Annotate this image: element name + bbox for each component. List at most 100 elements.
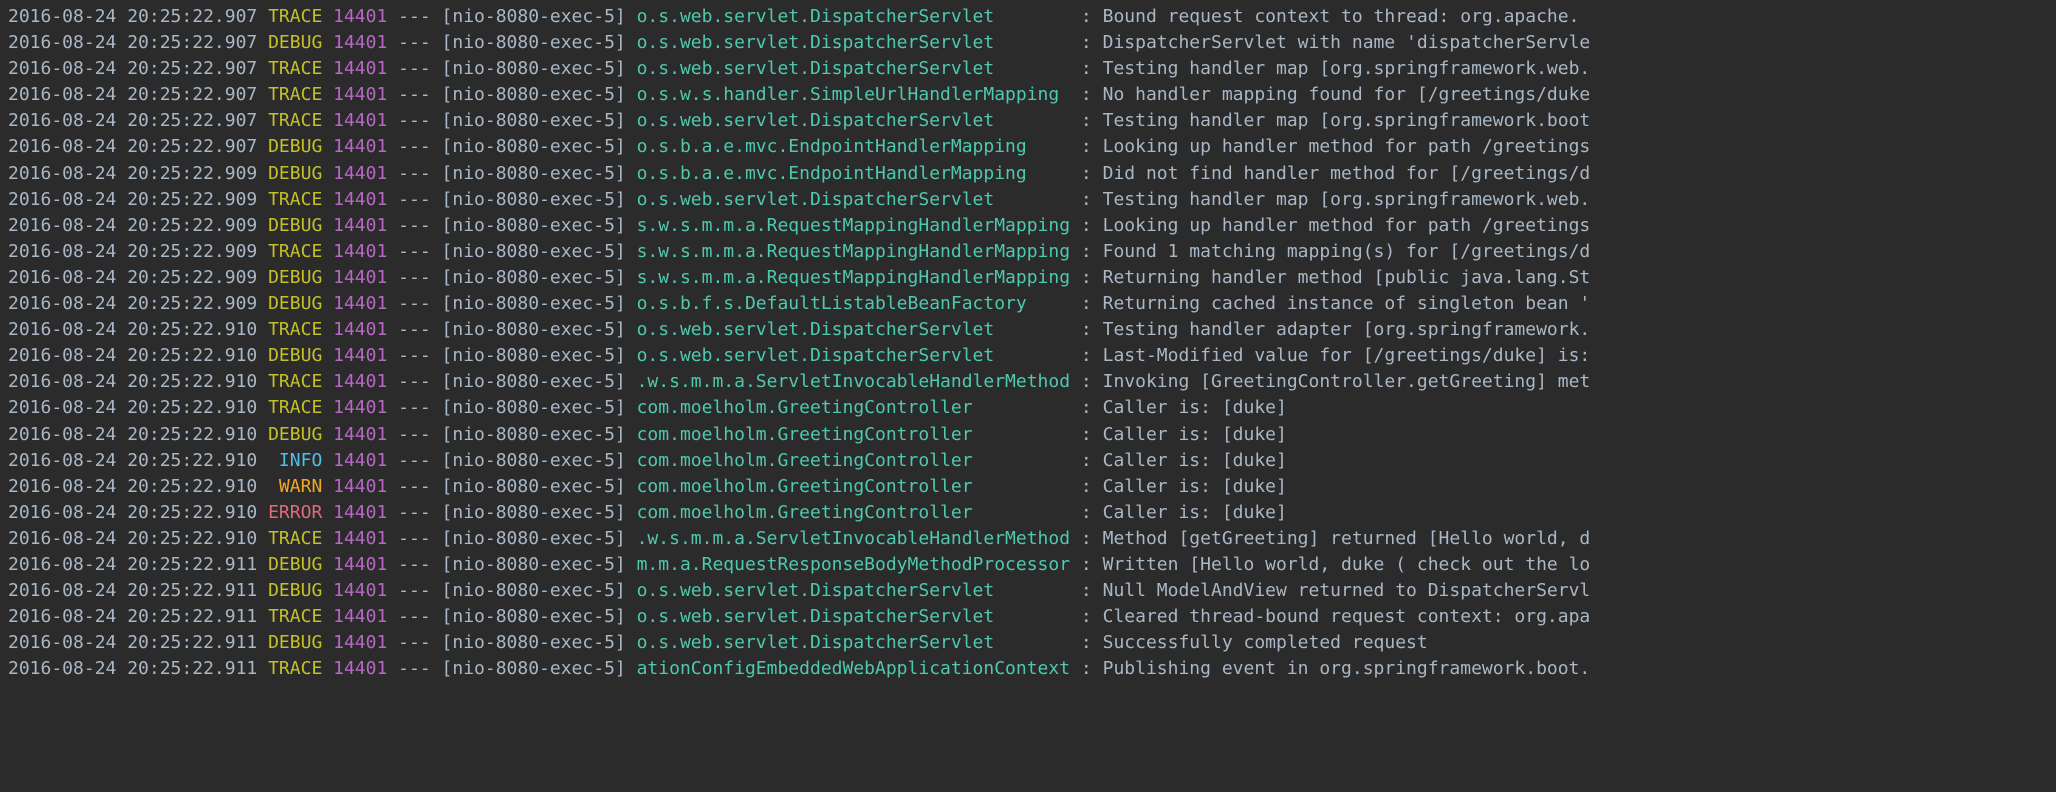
log-line: 2016-08-24 20:25:22.910 INFO 14401 --- [… bbox=[8, 448, 2048, 474]
log-line: 2016-08-24 20:25:22.909 TRACE 14401 --- … bbox=[8, 239, 2048, 265]
log-timestamp: 2016-08-24 20:25:22.910 bbox=[8, 502, 257, 523]
log-thread: [nio-8080-exec-5] bbox=[442, 293, 626, 314]
log-line: 2016-08-24 20:25:22.910 TRACE 14401 --- … bbox=[8, 317, 2048, 343]
log-logger: o.s.w.s.handler.SimpleUrlHandlerMapping bbox=[637, 84, 1070, 105]
log-line: 2016-08-24 20:25:22.910 WARN 14401 --- [… bbox=[8, 474, 2048, 500]
log-logger: o.s.web.servlet.DispatcherServlet bbox=[637, 345, 1070, 366]
log-logger: .w.s.m.m.a.ServletInvocableHandlerMethod bbox=[637, 528, 1070, 549]
log-line: 2016-08-24 20:25:22.911 TRACE 14401 --- … bbox=[8, 604, 2048, 630]
log-line: 2016-08-24 20:25:22.909 DEBUG 14401 --- … bbox=[8, 213, 2048, 239]
log-line: 2016-08-24 20:25:22.907 TRACE 14401 --- … bbox=[8, 108, 2048, 134]
log-pid: 14401 bbox=[333, 397, 387, 418]
log-line: 2016-08-24 20:25:22.910 DEBUG 14401 --- … bbox=[8, 343, 2048, 369]
log-separator: --- bbox=[398, 528, 431, 549]
log-timestamp: 2016-08-24 20:25:22.909 bbox=[8, 293, 257, 314]
log-thread: [nio-8080-exec-5] bbox=[442, 215, 626, 236]
log-pid: 14401 bbox=[333, 58, 387, 79]
log-colon: : bbox=[1081, 632, 1092, 653]
log-logger: o.s.web.servlet.DispatcherServlet bbox=[637, 6, 1070, 27]
log-separator: --- bbox=[398, 476, 431, 497]
log-pid: 14401 bbox=[333, 632, 387, 653]
log-level: ERROR bbox=[268, 502, 322, 523]
log-message: Testing handler adapter [org.springframe… bbox=[1103, 319, 1591, 340]
log-timestamp: 2016-08-24 20:25:22.909 bbox=[8, 189, 257, 210]
log-colon: : bbox=[1081, 450, 1092, 471]
log-pid: 14401 bbox=[333, 450, 387, 471]
log-logger: o.s.web.servlet.DispatcherServlet bbox=[637, 58, 1070, 79]
log-separator: --- bbox=[398, 658, 431, 679]
log-logger: m.m.a.RequestResponseBodyMethodProcessor bbox=[637, 554, 1070, 575]
log-colon: : bbox=[1081, 163, 1092, 184]
log-colon: : bbox=[1081, 476, 1092, 497]
log-level: TRACE bbox=[268, 189, 322, 210]
log-separator: --- bbox=[398, 345, 431, 366]
log-thread: [nio-8080-exec-5] bbox=[442, 424, 626, 445]
log-thread: [nio-8080-exec-5] bbox=[442, 32, 626, 53]
log-timestamp: 2016-08-24 20:25:22.911 bbox=[8, 632, 257, 653]
log-separator: --- bbox=[398, 32, 431, 53]
log-colon: : bbox=[1081, 658, 1092, 679]
log-pid: 14401 bbox=[333, 554, 387, 575]
log-thread: [nio-8080-exec-5] bbox=[442, 241, 626, 262]
log-level: DEBUG bbox=[268, 580, 322, 601]
log-thread: [nio-8080-exec-5] bbox=[442, 345, 626, 366]
log-colon: : bbox=[1081, 345, 1092, 366]
log-colon: : bbox=[1081, 554, 1092, 575]
log-thread: [nio-8080-exec-5] bbox=[442, 58, 626, 79]
log-timestamp: 2016-08-24 20:25:22.907 bbox=[8, 6, 257, 27]
log-timestamp: 2016-08-24 20:25:22.907 bbox=[8, 136, 257, 157]
log-separator: --- bbox=[398, 502, 431, 523]
log-line: 2016-08-24 20:25:22.907 TRACE 14401 --- … bbox=[8, 56, 2048, 82]
log-timestamp: 2016-08-24 20:25:22.907 bbox=[8, 32, 257, 53]
log-thread: [nio-8080-exec-5] bbox=[442, 189, 626, 210]
log-separator: --- bbox=[398, 189, 431, 210]
log-line: 2016-08-24 20:25:22.910 TRACE 14401 --- … bbox=[8, 369, 2048, 395]
log-thread: [nio-8080-exec-5] bbox=[442, 450, 626, 471]
log-timestamp: 2016-08-24 20:25:22.910 bbox=[8, 424, 257, 445]
log-line: 2016-08-24 20:25:22.911 TRACE 14401 --- … bbox=[8, 656, 2048, 682]
log-colon: : bbox=[1081, 580, 1092, 601]
log-colon: : bbox=[1081, 502, 1092, 523]
log-level: TRACE bbox=[268, 58, 322, 79]
log-thread: [nio-8080-exec-5] bbox=[442, 319, 626, 340]
log-line: 2016-08-24 20:25:22.907 TRACE 14401 --- … bbox=[8, 4, 2048, 30]
log-timestamp: 2016-08-24 20:25:22.910 bbox=[8, 345, 257, 366]
log-pid: 14401 bbox=[333, 32, 387, 53]
log-pid: 14401 bbox=[333, 189, 387, 210]
log-logger: s.w.s.m.m.a.RequestMappingHandlerMapping bbox=[637, 267, 1070, 288]
log-thread: [nio-8080-exec-5] bbox=[442, 136, 626, 157]
log-line: 2016-08-24 20:25:22.911 DEBUG 14401 --- … bbox=[8, 630, 2048, 656]
log-level: DEBUG bbox=[268, 32, 322, 53]
log-colon: : bbox=[1081, 6, 1092, 27]
log-level: DEBUG bbox=[268, 267, 322, 288]
log-message: Testing handler map [org.springframework… bbox=[1103, 110, 1591, 131]
log-level: DEBUG bbox=[268, 345, 322, 366]
log-line: 2016-08-24 20:25:22.907 DEBUG 14401 --- … bbox=[8, 30, 2048, 56]
log-logger: s.w.s.m.m.a.RequestMappingHandlerMapping bbox=[637, 215, 1070, 236]
log-logger: com.moelholm.GreetingController bbox=[637, 397, 1070, 418]
log-level: TRACE bbox=[268, 6, 322, 27]
log-timestamp: 2016-08-24 20:25:22.909 bbox=[8, 163, 257, 184]
log-level: TRACE bbox=[268, 658, 322, 679]
log-level: DEBUG bbox=[268, 632, 322, 653]
log-separator: --- bbox=[398, 371, 431, 392]
log-line: 2016-08-24 20:25:22.909 DEBUG 14401 --- … bbox=[8, 265, 2048, 291]
log-separator: --- bbox=[398, 267, 431, 288]
log-message: Caller is: [duke] bbox=[1103, 450, 1287, 471]
log-colon: : bbox=[1081, 215, 1092, 236]
log-message: Returning cached instance of singleton b… bbox=[1103, 293, 1591, 314]
log-pid: 14401 bbox=[333, 6, 387, 27]
log-line: 2016-08-24 20:25:22.909 TRACE 14401 --- … bbox=[8, 187, 2048, 213]
log-separator: --- bbox=[398, 606, 431, 627]
log-separator: --- bbox=[398, 580, 431, 601]
log-line: 2016-08-24 20:25:22.911 DEBUG 14401 --- … bbox=[8, 578, 2048, 604]
log-message: Caller is: [duke] bbox=[1103, 397, 1287, 418]
log-level: TRACE bbox=[268, 110, 322, 131]
log-separator: --- bbox=[398, 397, 431, 418]
log-line: 2016-08-24 20:25:22.909 DEBUG 14401 --- … bbox=[8, 161, 2048, 187]
log-pid: 14401 bbox=[333, 606, 387, 627]
log-colon: : bbox=[1081, 136, 1092, 157]
log-colon: : bbox=[1081, 319, 1092, 340]
log-separator: --- bbox=[398, 136, 431, 157]
log-logger: com.moelholm.GreetingController bbox=[637, 450, 1070, 471]
